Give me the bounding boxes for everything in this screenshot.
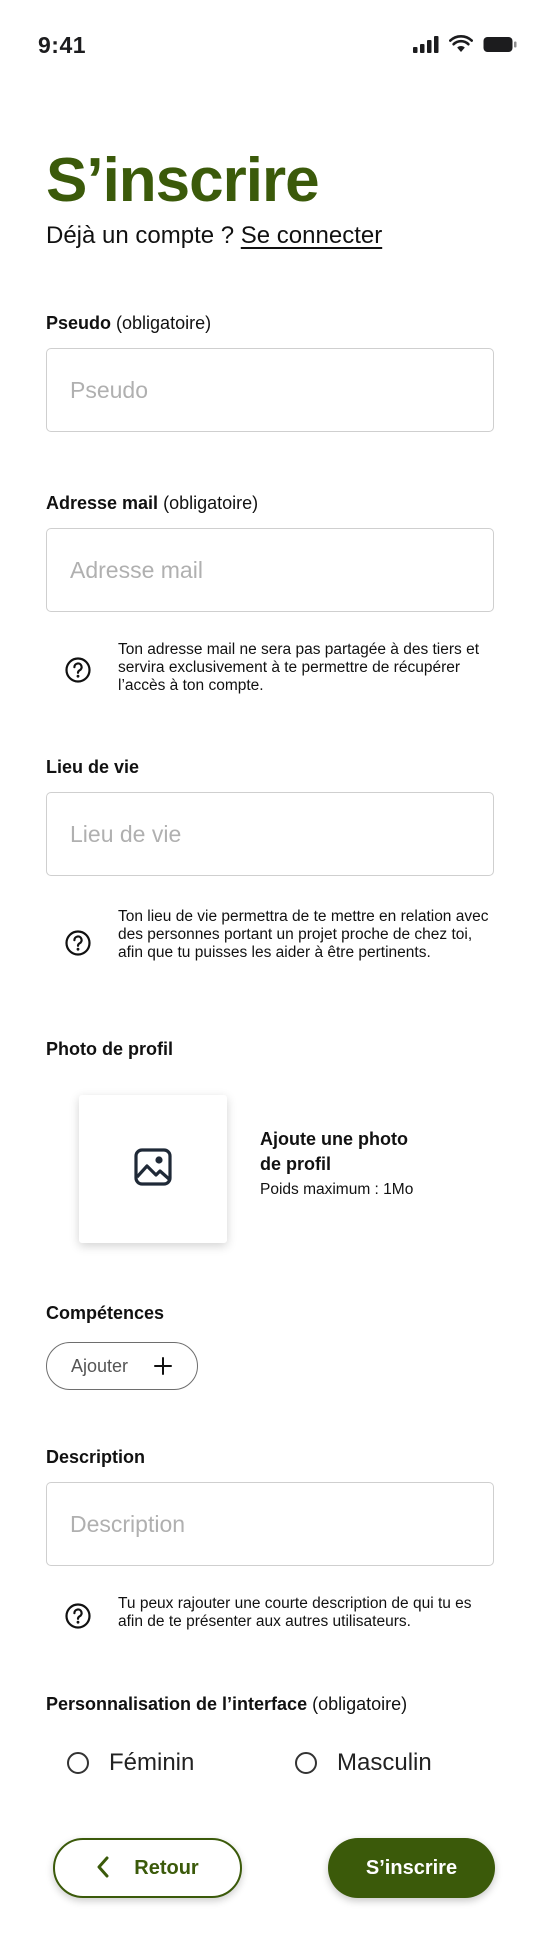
radio-feminin[interactable]: Féminin [67, 1749, 194, 1777]
pseudo-input[interactable] [46, 348, 494, 432]
login-prompt: Déjà un compte ? [46, 222, 235, 249]
photo-size-note: Poids maximum : 1Mo [260, 1181, 414, 1198]
status-bar: 9:41 [0, 0, 541, 92]
battery-icon [483, 36, 517, 53]
page-title: S’inscrire [46, 146, 320, 215]
interface-required-note: (obligatoire) [312, 1694, 408, 1714]
email-input[interactable] [46, 528, 494, 612]
radio-masculin[interactable]: Masculin [295, 1749, 432, 1777]
status-time: 9:41 [38, 32, 87, 58]
image-icon [133, 1147, 173, 1192]
photo-label-text: Photo de profil [46, 1039, 173, 1059]
radio-masculin-circle[interactable] [295, 1752, 317, 1774]
email-help-text: Ton adresse mail ne sera pas partagée à … [118, 641, 480, 694]
description-label-text: Description [46, 1447, 146, 1467]
submit-button[interactable]: S’inscrire [328, 1838, 495, 1898]
skills-label-text: Compétences [46, 1303, 165, 1323]
email-label: Adresse mail (obligatoire) [46, 493, 258, 514]
location-help-text: Ton lieu de vie permettra de te mettre e… [118, 908, 489, 961]
pseudo-required-note: (obligatoire) [116, 313, 212, 333]
email-label-text: Adresse mail [46, 493, 159, 513]
description-label: Description [46, 1447, 145, 1468]
question-circle-icon[interactable] [64, 1602, 92, 1630]
email-required-note: (obligatoire) [163, 493, 259, 513]
pseudo-label-text: Pseudo [46, 313, 112, 333]
plus-icon [153, 1356, 173, 1376]
radio-masculin-label: Masculin [337, 1749, 432, 1776]
photo-label: Photo de profil [46, 1039, 173, 1060]
radio-feminin-circle[interactable] [67, 1752, 89, 1774]
radio-feminin-label: Féminin [109, 1749, 195, 1776]
skills-label: Compétences [46, 1303, 164, 1324]
location-label-text: Lieu de vie [46, 757, 140, 777]
interface-label: Personnalisation de l’interface (obligat… [46, 1694, 407, 1715]
question-circle-icon[interactable] [64, 929, 92, 957]
interface-label-text: Personnalisation de l’interface [46, 1694, 308, 1714]
location-input[interactable] [46, 792, 494, 876]
add-skill-button[interactable]: Ajouter [46, 1342, 198, 1390]
pseudo-label: Pseudo (obligatoire) [46, 313, 211, 334]
description-input[interactable] [46, 1482, 494, 1566]
location-label: Lieu de vie [46, 757, 139, 778]
add-skill-label: Ajouter [71, 1355, 129, 1376]
status-icons [413, 35, 517, 53]
cellular-signal-icon [413, 35, 439, 53]
submit-button-label: S’inscrire [365, 1856, 458, 1879]
description-help-text: Tu peux rajouter une courte description … [118, 1595, 472, 1630]
location-help-note: Ton lieu de vie permettra de te mettre e… [64, 908, 494, 984]
login-link[interactable]: Se connecter [241, 222, 382, 249]
login-prompt-line: Déjà un compte ? Se connecter [46, 222, 382, 250]
chevron-left-icon [96, 1856, 110, 1881]
description-help-note: Tu peux rajouter une courte description … [64, 1595, 494, 1635]
photo-upload-title: Ajoute une photo de profil [260, 1129, 408, 1174]
back-button-label: Retour [134, 1856, 199, 1879]
email-help-note: Ton adresse mail ne sera pas partagée à … [64, 641, 494, 701]
photo-upload-box[interactable] [79, 1095, 227, 1243]
wifi-icon [449, 35, 473, 53]
back-button[interactable]: Retour [53, 1838, 242, 1898]
question-circle-icon[interactable] [64, 656, 92, 684]
